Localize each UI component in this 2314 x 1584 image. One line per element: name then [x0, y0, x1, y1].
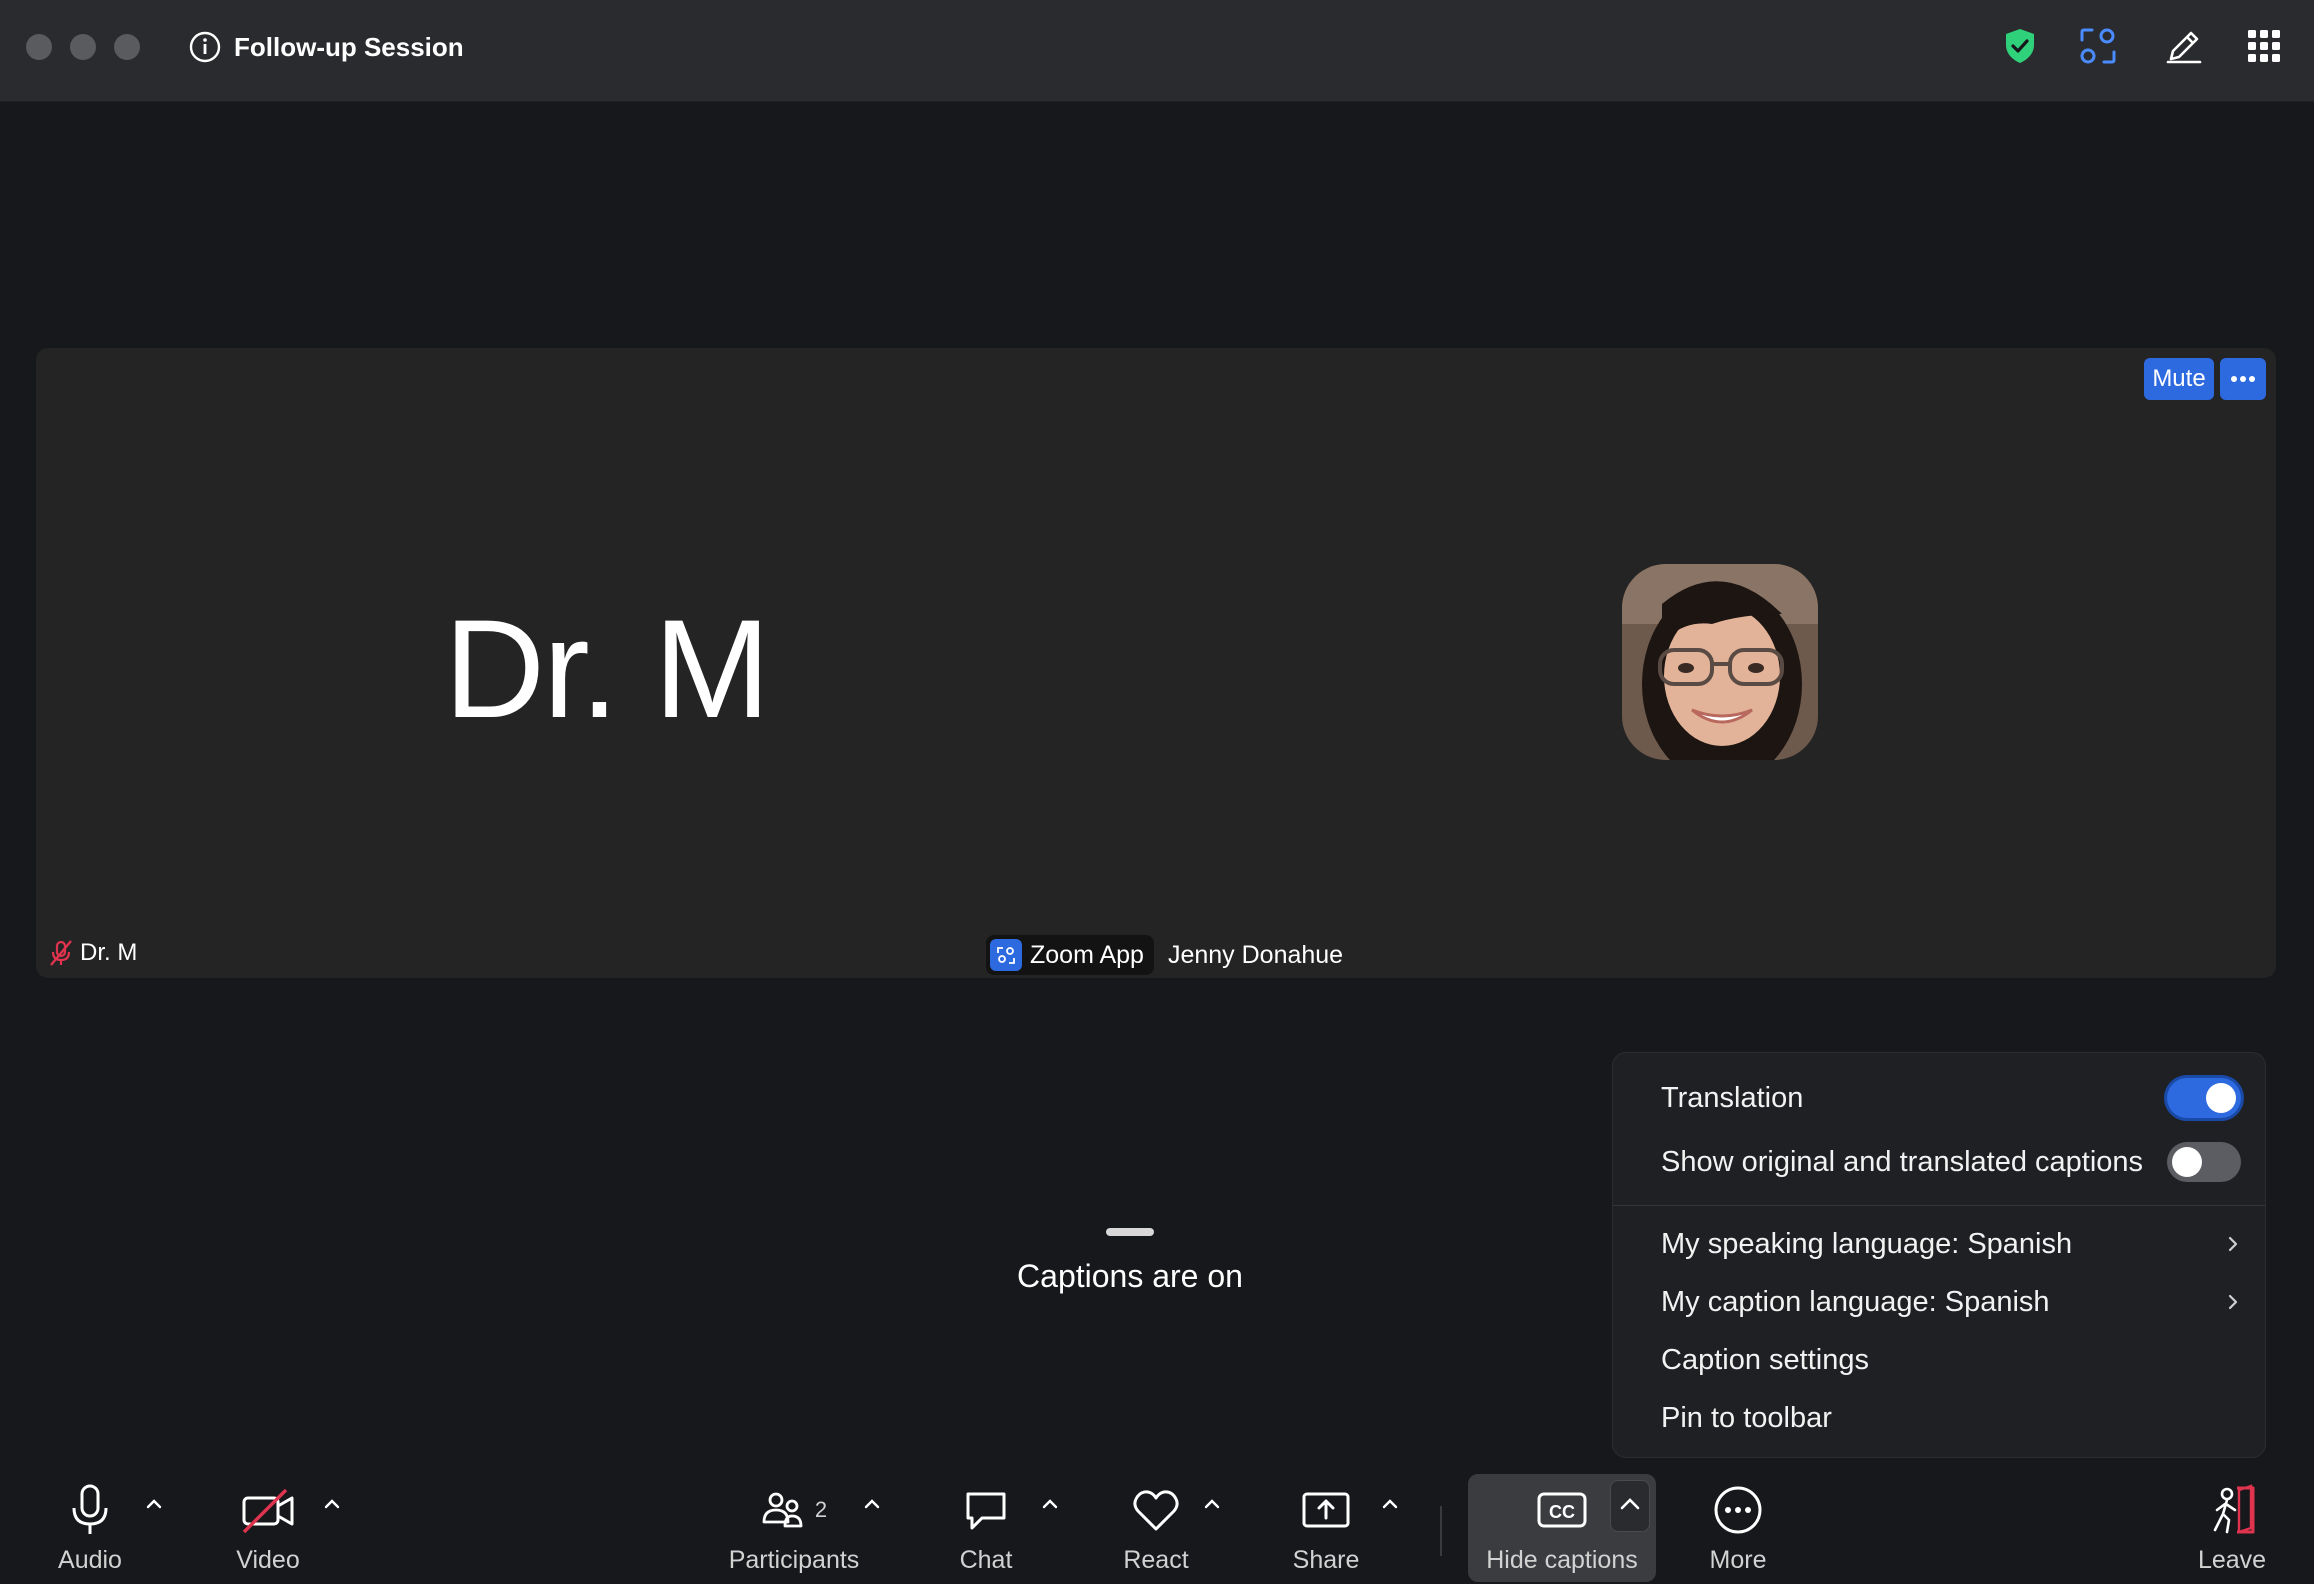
react-label: React [1123, 1546, 1189, 1574]
chevron-right-icon [2228, 1294, 2238, 1310]
caption-settings-item[interactable]: Caption settings [1661, 1331, 2241, 1389]
caption-language-label: My caption language: Spanish [1661, 1285, 2050, 1318]
translation-toggle[interactable] [2167, 1078, 2241, 1118]
mic-muted-icon [50, 940, 72, 966]
captions-options-caret[interactable] [1610, 1480, 1650, 1532]
heart-icon [1133, 1490, 1179, 1531]
toolbar-divider [1440, 1506, 1442, 1556]
meeting-title: Follow-up Session [188, 26, 464, 68]
zoom-window-button[interactable] [114, 34, 140, 60]
meeting-title-text: Follow-up Session [234, 31, 464, 62]
hide-captions-label: Hide captions [1486, 1546, 1638, 1574]
participant-name-tag: Dr. M [46, 938, 137, 968]
video-stage: Dr. M Mute Dr. M Zoom App Jenny Donahue [36, 348, 2276, 978]
leave-door-icon [2213, 1484, 2255, 1534]
chat-options-caret[interactable] [1036, 1490, 1064, 1518]
video-button[interactable]: Video [218, 1470, 318, 1584]
leave-label: Leave [2197, 1546, 2267, 1574]
pin-to-toolbar-item[interactable]: Pin to toolbar [1661, 1389, 2241, 1447]
audio-button[interactable]: Audio [40, 1470, 140, 1584]
chevron-up-icon [324, 1499, 340, 1509]
meeting-toolbar: Audio Video 2 Participants Chat React Sh… [0, 1470, 2314, 1584]
chevron-up-icon [1042, 1499, 1058, 1509]
captions-panel: Captions are on [960, 1228, 1300, 1295]
zoom-app-icon [990, 939, 1022, 971]
speaking-language-item[interactable]: My speaking language: Spanish [1661, 1215, 2241, 1273]
participant-name-label: Jenny Donahue [1167, 940, 1344, 969]
chat-button[interactable]: Chat [936, 1470, 1036, 1584]
react-options-caret[interactable] [1198, 1490, 1226, 1518]
closed-captions-icon: CC [1537, 1492, 1587, 1528]
participant-options-button[interactable] [2220, 358, 2266, 400]
participants-button[interactable]: 2 Participants [722, 1470, 866, 1584]
more-label: More [1709, 1546, 1767, 1574]
minimize-window-button[interactable] [70, 34, 96, 60]
captions-status-text: Captions are on [1017, 1258, 1243, 1294]
video-label: Video [236, 1546, 300, 1574]
menu-divider [1613, 1205, 2265, 1206]
share-button[interactable]: Share [1276, 1470, 1376, 1584]
captions-options-menu: Translation Show original and translated… [1612, 1052, 2266, 1458]
chevron-right-icon [2228, 1236, 2238, 1252]
participant-avatar [1622, 564, 1818, 760]
show-original-row[interactable]: Show original and translated captions [1661, 1133, 2241, 1191]
speaking-language-label: My speaking language: Spanish [1661, 1227, 2073, 1260]
close-window-button[interactable] [26, 34, 52, 60]
zoom-app-label: Zoom App [1030, 940, 1144, 969]
chevron-up-icon [1382, 1499, 1398, 1509]
react-button[interactable]: React [1106, 1470, 1206, 1584]
captions-drag-handle[interactable] [1106, 1228, 1154, 1236]
chevron-up-icon [146, 1499, 162, 1509]
chevron-up-icon [1204, 1499, 1220, 1509]
svg-text:CC: CC [1549, 1502, 1575, 1522]
encryption-shield-icon[interactable] [1998, 24, 2042, 68]
share-screen-icon [1302, 1492, 1350, 1528]
participants-options-caret[interactable] [858, 1490, 886, 1518]
chat-bubble-icon [966, 1492, 1006, 1530]
chevron-up-icon [1620, 1498, 1640, 1510]
pin-to-toolbar-label: Pin to toolbar [1661, 1401, 1832, 1434]
name-tag-text: Dr. M [80, 939, 138, 966]
show-original-toggle[interactable] [2167, 1142, 2241, 1182]
audio-label: Audio [58, 1546, 122, 1574]
more-circle-icon [1714, 1486, 1762, 1534]
participant-display-name: Dr. M [444, 590, 770, 747]
leave-button[interactable]: Leave [2182, 1470, 2282, 1584]
participants-count: 2 [814, 1497, 828, 1522]
audio-options-caret[interactable] [140, 1490, 168, 1518]
microphone-icon [72, 1484, 108, 1534]
participants-label: Participants [728, 1546, 860, 1574]
share-label: Share [1292, 1546, 1360, 1574]
video-off-icon [242, 1488, 294, 1534]
participants-icon [762, 1492, 803, 1528]
caption-settings-label: Caption settings [1661, 1343, 1869, 1376]
caption-language-item[interactable]: My caption language: Spanish [1661, 1273, 2241, 1331]
more-dots-icon [2231, 376, 2255, 382]
whiteboard-pencil-icon[interactable] [2162, 24, 2206, 68]
title-bar: Follow-up Session [0, 0, 2314, 102]
zoom-app-badge[interactable]: Zoom App [986, 935, 1154, 975]
share-options-caret[interactable] [1376, 1490, 1404, 1518]
more-button[interactable]: More [1688, 1470, 1788, 1584]
translation-row[interactable]: Translation [1661, 1069, 2241, 1127]
translation-label: Translation [1661, 1081, 1804, 1114]
chevron-up-icon [864, 1499, 880, 1509]
info-icon[interactable] [188, 30, 222, 64]
view-grid-icon[interactable] [2242, 24, 2286, 68]
zoom-app-tag: Zoom App Jenny Donahue [986, 934, 1343, 976]
apps-icon[interactable] [2076, 24, 2120, 68]
chat-label: Chat [959, 1546, 1013, 1574]
avatar-photo [1622, 564, 1818, 760]
show-original-label: Show original and translated captions [1661, 1145, 2144, 1178]
video-options-caret[interactable] [318, 1490, 346, 1518]
mute-participant-button[interactable]: Mute [2144, 358, 2214, 400]
